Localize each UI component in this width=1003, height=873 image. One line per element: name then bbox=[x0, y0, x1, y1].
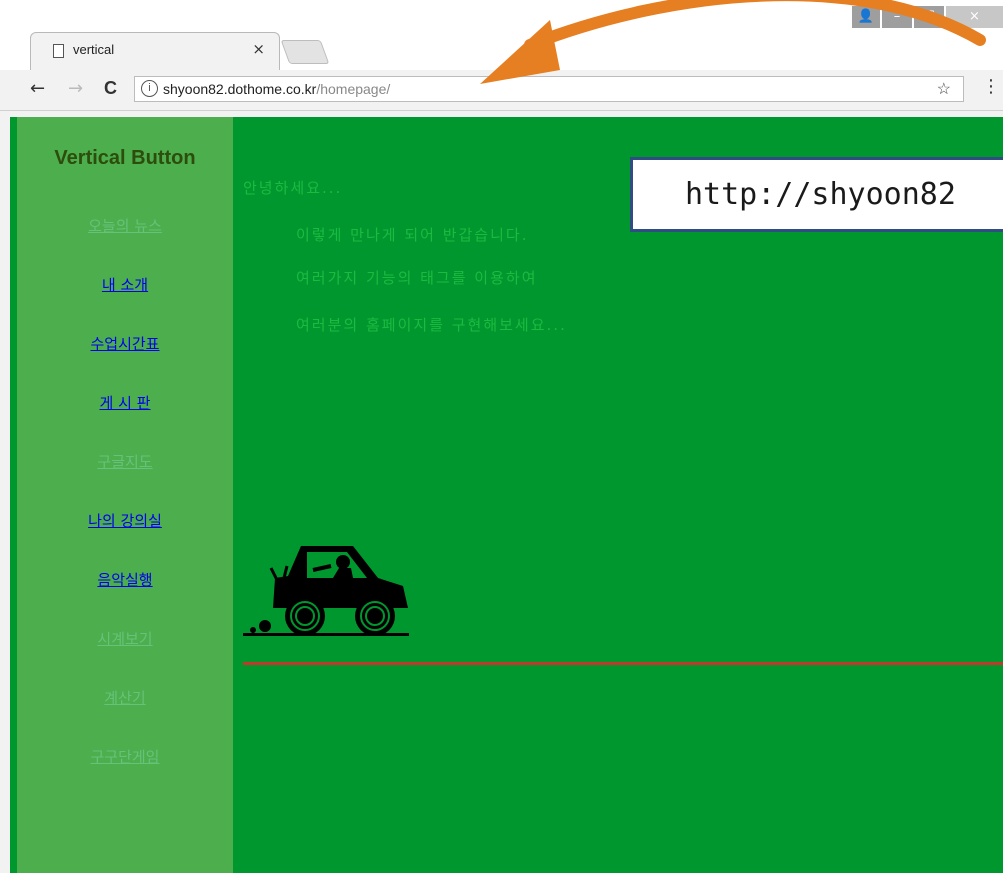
page-icon bbox=[53, 44, 64, 58]
horizontal-rule bbox=[243, 662, 1003, 665]
forward-icon[interactable]: → bbox=[68, 78, 83, 99]
car-image bbox=[250, 546, 408, 636]
sidebar-item-timetable[interactable]: 수업시간표 bbox=[17, 333, 233, 354]
tab-close-icon[interactable]: × bbox=[252, 40, 265, 58]
sidebar-item-classroom[interactable]: 나의 강의실 bbox=[17, 510, 233, 531]
sidebar-item-music[interactable]: 음악실행 bbox=[17, 569, 233, 590]
sidebar-item-map[interactable]: 구글지도 bbox=[17, 451, 233, 472]
url-annotation-text: http://shyoon82 bbox=[685, 177, 956, 212]
car-ground-line bbox=[243, 633, 409, 636]
url-text: shyoon82.dothome.co.kr/homepage/ bbox=[163, 81, 390, 97]
reload-icon[interactable]: C bbox=[104, 78, 117, 99]
sidebar-item-clock[interactable]: 시계보기 bbox=[17, 628, 233, 649]
url-host: shyoon82.dothome.co.kr bbox=[163, 81, 317, 97]
sidebar-item-board[interactable]: 게 시 판 bbox=[17, 392, 233, 413]
sidebar-item-about[interactable]: 내 소개 bbox=[17, 274, 233, 295]
greeting-line-2: 이렇게 만나게 되어 반갑습니다. bbox=[296, 226, 529, 244]
sidebar-item-news[interactable]: 오늘의 뉴스 bbox=[17, 215, 233, 236]
sidebar-item-calculator[interactable]: 계산기 bbox=[17, 687, 233, 708]
new-tab-button[interactable] bbox=[280, 40, 330, 64]
tab-title: vertical bbox=[73, 42, 115, 57]
tab-vertical[interactable]: vertical × bbox=[30, 32, 280, 70]
annotation-arrow-icon bbox=[480, 0, 986, 84]
url-annotation-box: http://shyoon82 bbox=[630, 157, 1003, 232]
sidebar-heading: Vertical Button bbox=[54, 147, 196, 169]
sidebar-item-gugudan[interactable]: 구구단게임 bbox=[17, 746, 233, 767]
greeting-line-3: 여러가지 기능의 태그를 이용하여 bbox=[296, 269, 538, 287]
sidebar: Vertical Button 오늘의 뉴스 내 소개 수업시간표 게 시 판 … bbox=[17, 117, 233, 873]
greeting-line-4: 여러분의 홈페이지를 구현해보세요... bbox=[296, 316, 567, 334]
url-path: /homepage/ bbox=[316, 81, 391, 97]
back-icon[interactable]: ← bbox=[30, 78, 45, 99]
info-icon[interactable]: i bbox=[141, 80, 158, 97]
browser-window: vertical × 👤 – ☐ × ← → C i shyoon82.doth… bbox=[0, 0, 1003, 873]
greeting-line-1: 안녕하세요... bbox=[243, 179, 343, 197]
